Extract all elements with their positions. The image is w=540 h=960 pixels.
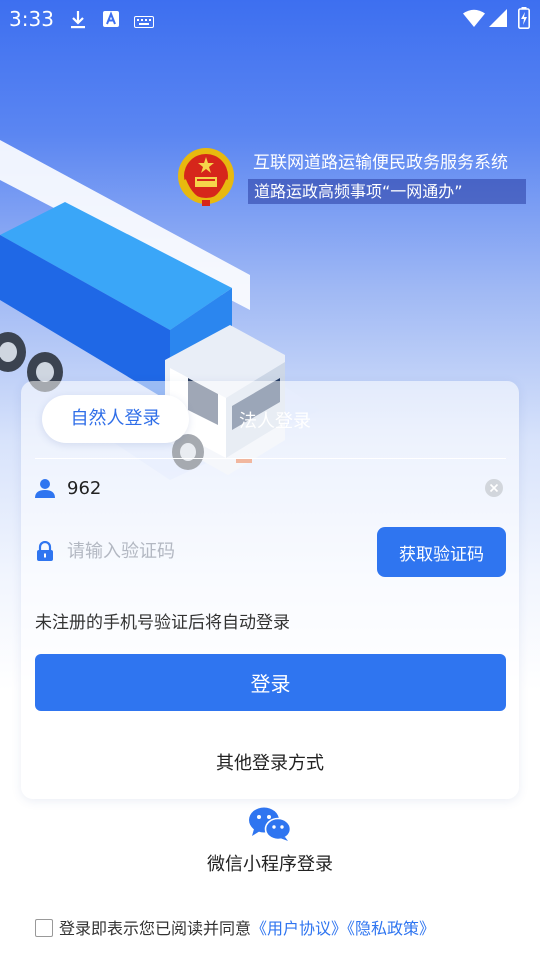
status-bar: 3:33 <box>0 0 540 38</box>
clear-input-icon[interactable] <box>484 478 504 502</box>
tab-natural-person-login[interactable]: 自然人登录 <box>42 395 189 443</box>
agreement-checkbox[interactable] <box>35 919 53 937</box>
agreement-text: 登录即表示您已阅读并同意《用户协议》《隐私政策》 <box>59 915 435 939</box>
get-code-button[interactable]: 获取验证码 <box>377 527 506 577</box>
status-time: 3:33 <box>9 7 54 31</box>
battery-charging-icon <box>518 7 530 33</box>
login-card <box>21 381 519 799</box>
a-badge-icon <box>103 11 119 31</box>
user-icon <box>35 478 55 502</box>
wechat-mini-program-login[interactable]: 微信小程序登录 <box>0 850 540 876</box>
other-login-methods-label: 其他登录方式 <box>216 753 324 774</box>
download-icon <box>70 10 86 34</box>
tab-legal-person-login[interactable]: 法人登录 <box>239 407 311 433</box>
wechat-icon[interactable] <box>248 806 292 846</box>
auto-register-hint: 未注册的手机号验证后将自动登录 <box>35 613 290 633</box>
user-agreement-link[interactable]: 《用户协议》 <box>251 919 347 938</box>
wifi-icon <box>463 9 485 31</box>
phone-input[interactable]: 962 <box>67 478 101 499</box>
lock-icon <box>36 540 54 565</box>
privacy-policy-link[interactable]: 《隐私政策》 <box>347 919 435 938</box>
tab-divider <box>35 458 506 459</box>
signal-icon <box>489 9 507 31</box>
agreement-statement: 登录即表示您已阅读并同意 <box>59 919 252 938</box>
login-button[interactable]: 登录 <box>35 654 506 711</box>
verification-code-input[interactable] <box>67 537 357 565</box>
keyboard-icon <box>134 13 154 32</box>
